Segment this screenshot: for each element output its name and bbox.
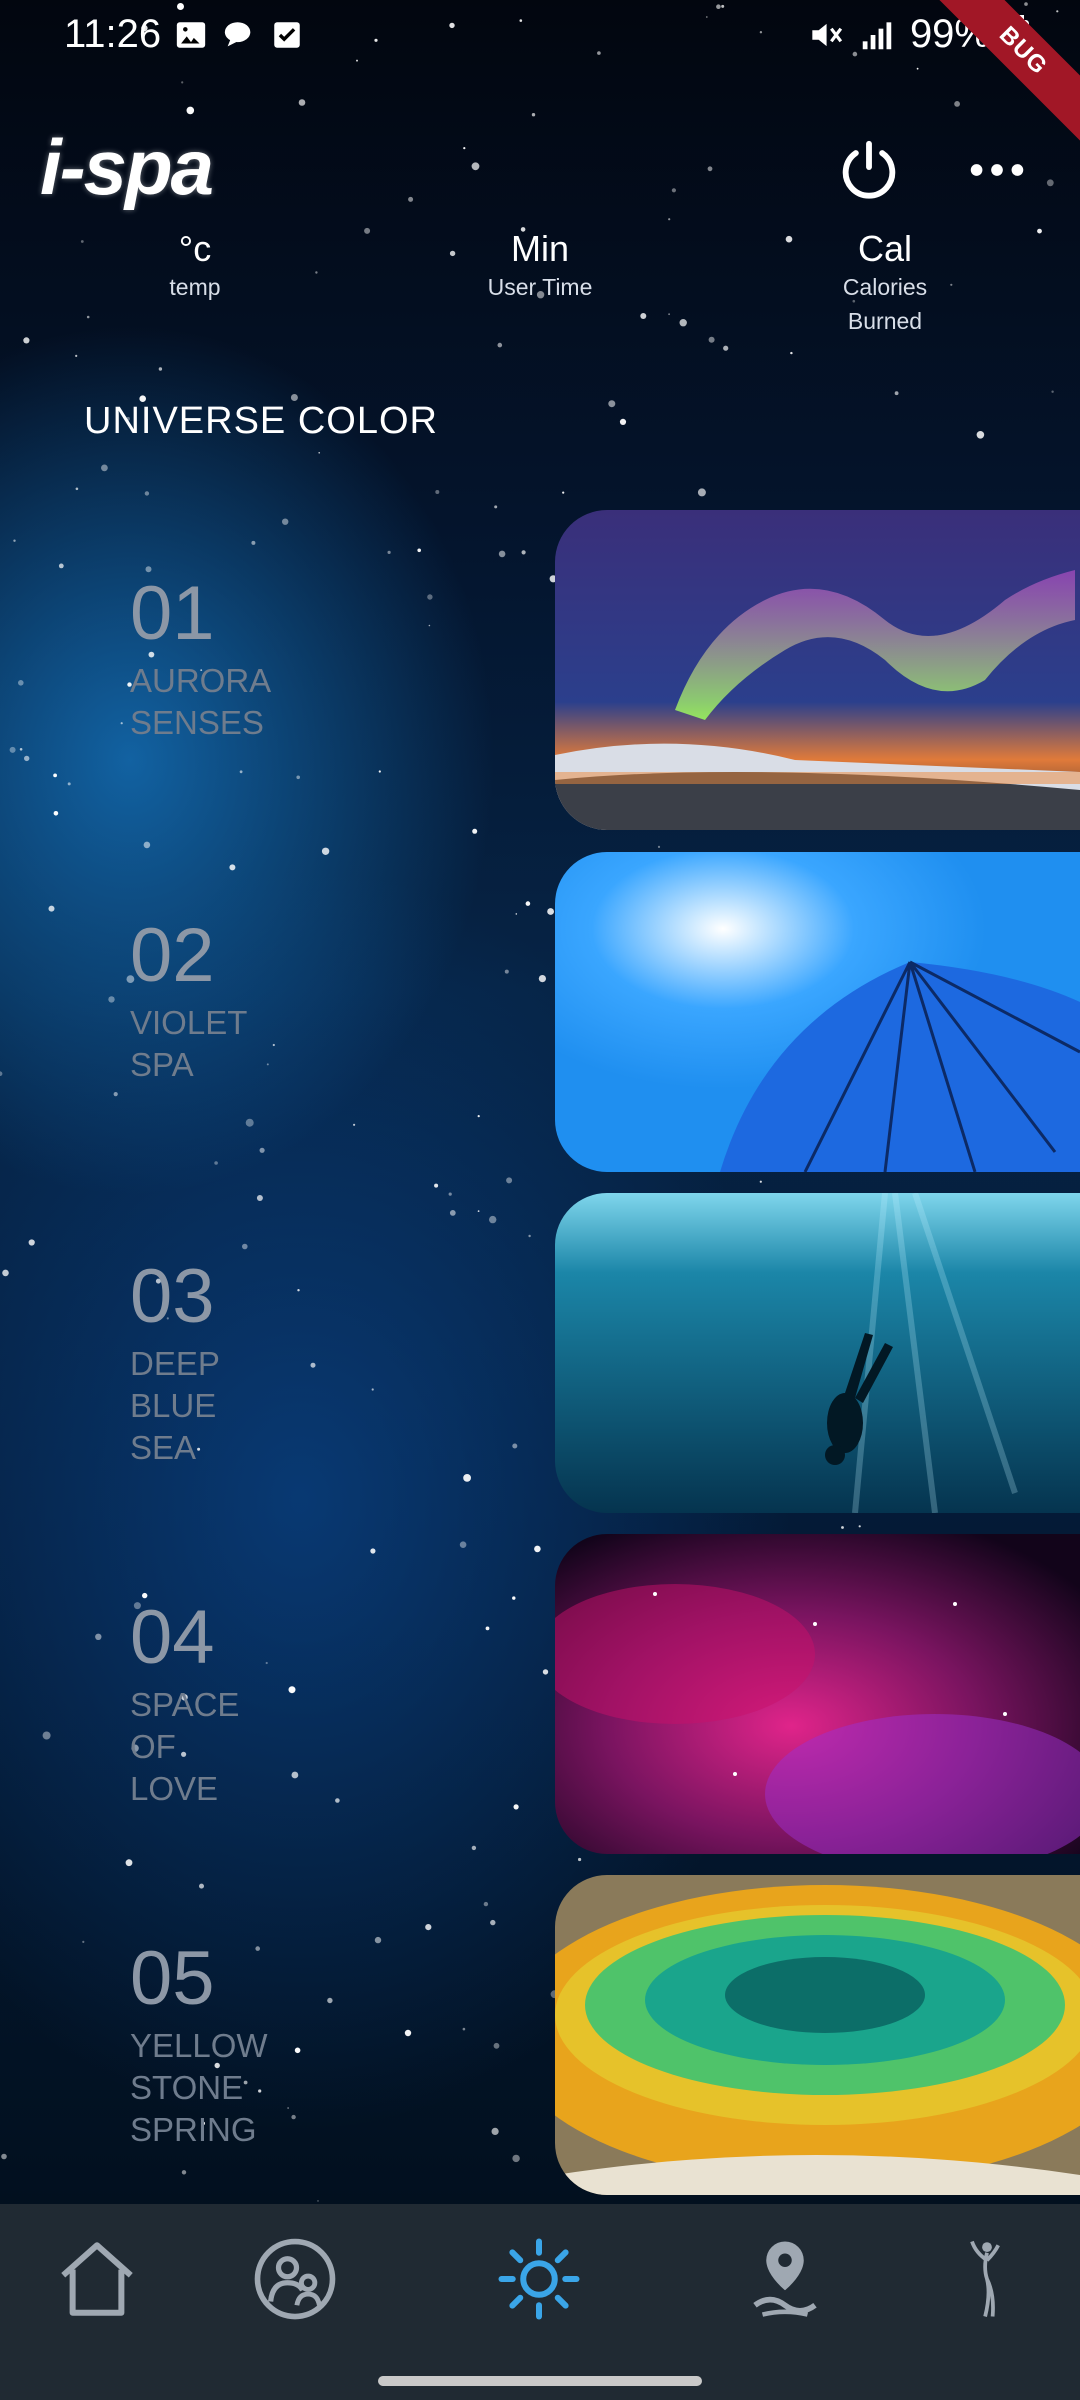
underwater-diver-image[interactable] [555,1193,1080,1513]
stat-user-time: Min User Time [460,228,620,304]
status-time: 11:26 [64,12,162,56]
stat-cal-value: Cal [857,228,913,269]
signal-icon [862,21,892,49]
stat-calories: Cal Calories Burned [820,228,950,338]
mute-icon [812,23,843,46]
location-pin-icon[interactable] [740,2234,830,2324]
theme-name-line: YELLOW [130,2027,268,2064]
theme-name-line: SPA [130,1046,194,1083]
theme-name-line: VIOLET [130,1004,248,1041]
stat-cal-label-2: Burned [847,308,923,334]
section-title: UNIVERSE COLOR [84,400,438,442]
umbrella-sky-image[interactable] [555,852,1080,1172]
checkbox-icon [274,22,300,48]
figure-icon[interactable] [942,2234,1032,2324]
theme-item-deep-blue-sea[interactable]: 03 DEEP BLUE SEA [0,1193,1080,1523]
theme-name: DEEP BLUE SEA [130,1343,330,1469]
theme-name: SPACE OF LOVE [130,1684,330,1810]
aurora-image[interactable] [555,510,1080,830]
theme-name: YELLOW STONE SPRING [130,2025,330,2151]
gesture-home-bar[interactable] [378,2376,702,2386]
stat-temp-label: temp [169,274,221,300]
theme-number: 02 [130,913,215,998]
stat-temp-value: °c [178,228,212,269]
theme-number: 04 [130,1595,215,1680]
theme-item-aurora[interactable]: 01 AURORA SENSES [0,510,1080,840]
app-logo: i-spa [40,123,214,211]
theme-item-yellow-stone-spring[interactable]: 05 YELLOW STONE SPRING [0,1875,1080,2205]
theme-name-line: SEA [130,1429,197,1466]
image-icon [176,22,206,48]
users-icon[interactable] [250,2234,340,2324]
hot-spring-image[interactable] [555,1875,1080,2195]
more-horizontal-icon[interactable] [962,135,1032,205]
theme-name-line: SENSES [130,704,264,741]
theme-number: 03 [130,1254,215,1339]
bottom-nav [0,2204,1080,2400]
theme-name-line: OF [130,1728,176,1765]
theme-name-line: SPACE [130,1686,240,1723]
stat-cal-label-1: Calories [842,274,928,300]
theme-name-line: DEEP [130,1345,220,1382]
power-icon[interactable] [834,135,904,205]
stat-temp: °c temp [150,228,240,304]
chat-bubble-icon [224,22,251,47]
theme-name: AURORA SENSES [130,660,330,744]
stat-time-label: User Time [487,274,593,300]
theme-name-line: SPRING [130,2111,257,2148]
stat-time-value: Min [510,228,569,269]
theme-name-line: LOVE [130,1770,219,1807]
sun-icon[interactable] [494,2234,584,2324]
theme-name-line: BLUE [130,1387,217,1424]
theme-item-space-of-love[interactable]: 04 SPACE OF LOVE [0,1534,1080,1864]
home-icon[interactable] [52,2234,142,2324]
theme-item-violet-spa[interactable]: 02 VIOLET SPA [0,852,1080,1182]
pink-nebula-image[interactable] [555,1534,1080,1854]
theme-number: 05 [130,1936,215,2021]
status-bar: 11:26 99% BUG [0,0,1080,142]
theme-number: 01 [130,571,215,656]
theme-name-line: STONE [130,2069,244,2106]
theme-name: VIOLET SPA [130,1002,330,1086]
theme-name-line: AURORA [130,662,272,699]
